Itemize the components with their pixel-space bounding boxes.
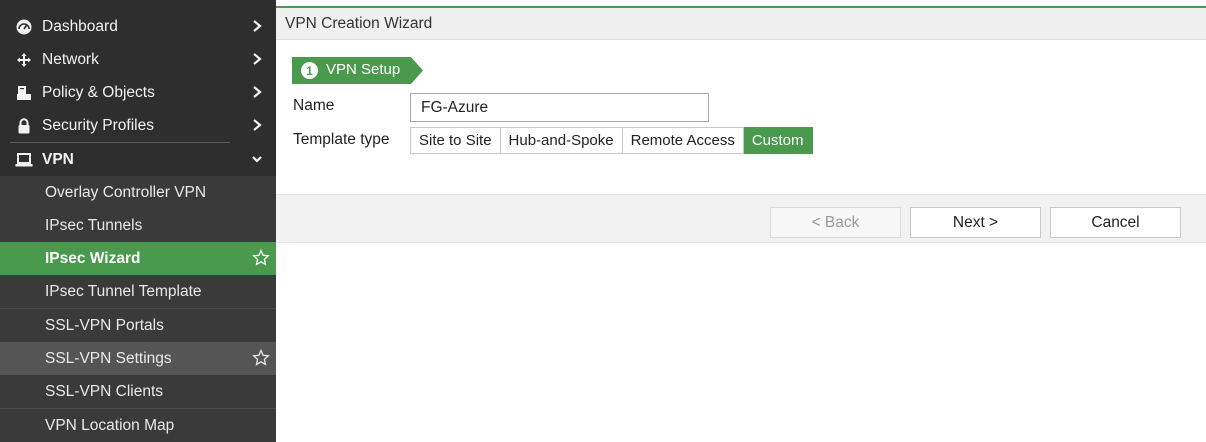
lock-icon — [14, 117, 34, 134]
back-button[interactable]: < Back — [770, 207, 901, 238]
template-option-remote-access[interactable]: Remote Access — [622, 127, 744, 154]
template-type-selector: Site to Site Hub-and-Spoke Remote Access… — [410, 127, 813, 154]
next-button[interactable]: Next > — [910, 207, 1041, 238]
template-option-site-to-site[interactable]: Site to Site — [410, 127, 501, 154]
sidebar-item-security-profiles[interactable]: Security Profiles — [0, 109, 276, 142]
laptop-icon — [14, 152, 34, 168]
sidebar-item-network[interactable]: Network — [0, 43, 276, 76]
name-input[interactable] — [410, 93, 709, 122]
sidebar-item-label: SSL-VPN Portals — [45, 316, 164, 334]
sidebar-item-policy-objects[interactable]: Policy & Objects — [0, 76, 276, 109]
sidebar-item-label: SSL-VPN Settings — [45, 349, 172, 367]
sidebar-item-ssl-vpn-portals[interactable]: SSL-VPN Portals — [0, 309, 276, 342]
sidebar-item-ipsec-wizard[interactable]: IPsec Wizard — [0, 242, 276, 275]
sidebar-item-vpn[interactable]: VPN — [0, 143, 276, 176]
star-favorite-icon[interactable] — [252, 248, 270, 267]
sidebar: Dashboard Network Policy & Objects Secur… — [0, 0, 276, 442]
sidebar-item-ipsec-tunnels[interactable]: IPsec Tunnels — [0, 209, 276, 242]
sidebar-item-label: VPN — [42, 150, 74, 168]
sidebar-item-overlay-controller-vpn[interactable]: Overlay Controller VPN — [0, 176, 276, 209]
sidebar-item-label: Network — [42, 50, 99, 68]
sidebar-item-label: IPsec Wizard — [45, 249, 141, 267]
template-option-hub-and-spoke[interactable]: Hub-and-Spoke — [500, 127, 623, 154]
chevron-right-icon — [250, 51, 264, 67]
wizard-step-indicator: 1 VPN Setup — [292, 57, 423, 84]
template-type-label: Template type — [293, 131, 390, 148]
step-number-badge: 1 — [301, 62, 318, 79]
sidebar-item-label: Overlay Controller VPN — [45, 183, 207, 201]
chevron-right-icon — [250, 84, 264, 100]
sidebar-item-ipsec-tunnel-template[interactable]: IPsec Tunnel Template — [0, 275, 276, 308]
step-label: VPN Setup — [326, 61, 401, 78]
sidebar-item-ssl-vpn-clients[interactable]: SSL-VPN Clients — [0, 375, 276, 408]
sidebar-item-label: SSL-VPN Clients — [45, 382, 164, 400]
chevron-down-icon — [250, 151, 264, 167]
name-label: Name — [293, 97, 335, 114]
cancel-button[interactable]: Cancel — [1050, 207, 1181, 238]
sidebar-item-dashboard[interactable]: Dashboard — [0, 10, 276, 43]
sidebar-item-label: IPsec Tunnels — [45, 216, 143, 234]
sidebar-item-label: Security Profiles — [42, 116, 154, 134]
page-title: VPN Creation Wizard — [285, 14, 433, 32]
wizard-button-bar: < Back Next > Cancel — [276, 194, 1206, 243]
sidebar-item-vpn-location-map[interactable]: VPN Location Map — [0, 409, 276, 442]
sidebar-item-ssl-vpn-settings[interactable]: SSL-VPN Settings — [0, 342, 276, 375]
sidebar-item-label: Dashboard — [42, 17, 118, 35]
chevron-right-icon — [250, 18, 264, 34]
page-header: VPN Creation Wizard — [276, 8, 1206, 40]
sidebar-item-label: IPsec Tunnel Template — [45, 282, 202, 300]
network-icon — [14, 52, 34, 68]
policy-icon — [14, 85, 34, 101]
star-favorite-icon[interactable] — [252, 348, 270, 367]
template-option-custom[interactable]: Custom — [743, 127, 813, 154]
sidebar-item-label: Policy & Objects — [42, 83, 155, 101]
main-content: VPN Creation Wizard 1 VPN Setup Name Tem… — [276, 0, 1206, 436]
sidebar-item-label: VPN Location Map — [45, 416, 175, 434]
chevron-right-icon — [250, 117, 264, 133]
dashboard-icon — [14, 19, 34, 35]
